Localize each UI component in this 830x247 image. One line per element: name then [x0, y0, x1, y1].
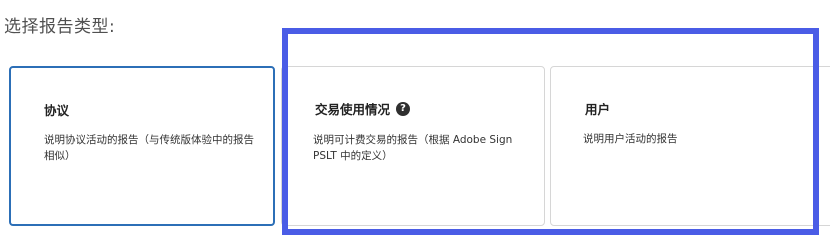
report-type-prompt: 选择报告类型: — [4, 17, 116, 37]
card-description: 说明可计费交易的报告（根据 Adobe Sign PSLT 中的定义） — [313, 134, 513, 162]
report-type-card-transaction-usage[interactable]: 交易使用情况 ? 说明可计费交易的报告（根据 Adobe Sign PSLT 中… — [281, 66, 545, 226]
card-title-text: 协议 — [44, 103, 70, 118]
report-type-selector: 选择报告类型: 协议 说明协议活动的报告（与传统版体验中的报告相似） 交易使用情… — [0, 0, 830, 247]
card-title: 协议 — [44, 100, 69, 119]
card-title-text: 用户 — [585, 102, 611, 117]
report-type-card-user[interactable]: 用户 说明用户活动的报告 — [550, 66, 830, 226]
card-description: 说明用户活动的报告 — [583, 133, 678, 145]
card-title: 用户 — [585, 99, 610, 118]
report-type-card-agreement[interactable]: 协议 说明协议活动的报告（与传统版体验中的报告相似） — [9, 66, 275, 226]
card-title-text: 交易使用情况 — [315, 102, 391, 117]
question-circle-icon[interactable]: ? — [396, 101, 411, 116]
card-description: 说明协议活动的报告（与传统版体验中的报告相似） — [44, 134, 254, 162]
card-title: 交易使用情况 ? — [315, 99, 411, 118]
